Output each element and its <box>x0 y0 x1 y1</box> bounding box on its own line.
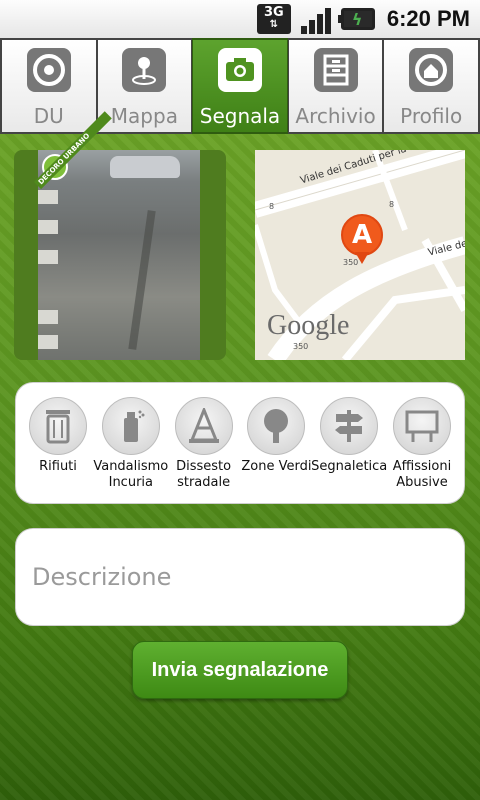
status-bar: 3G ⇅ ϟ 6:20 PM <box>0 0 480 38</box>
category-affissioni-abusive[interactable]: Affissioni Abusive <box>386 397 458 503</box>
tab-label: Profilo <box>400 104 463 128</box>
photo-road-crack <box>128 210 156 350</box>
category-label: Segnaletica <box>311 459 388 474</box>
description-field[interactable]: Descrizione <box>15 528 465 626</box>
traffic-cone-icon <box>174 397 233 455</box>
map-marker-tail <box>355 252 369 264</box>
signpost-icon <box>320 397 379 455</box>
photo-crosswalk-stripe <box>38 310 58 324</box>
google-logo: Google <box>267 310 350 341</box>
decoro-urbano-badge: DECORO URBANO <box>34 111 112 200</box>
trash-bin-icon <box>29 397 87 455</box>
battery-icon: ϟ <box>337 8 375 30</box>
category-selector: Rifiuti Vandalismo Incuria Dissesto stra… <box>15 382 465 504</box>
location-map[interactable]: Viale dei Caduti per la Resistenza Viale… <box>255 150 465 360</box>
map-pin-icon <box>122 48 167 92</box>
tab-label: DU <box>33 104 64 128</box>
tab-archivio[interactable]: Archivio <box>287 38 384 134</box>
billboard-icon <box>392 397 451 455</box>
category-zone-verdi[interactable]: Zone Verdi <box>240 397 312 503</box>
data-arrows-icon: ⇅ <box>269 19 279 30</box>
camera-icon <box>217 48 262 92</box>
category-vandalismo-incuria[interactable]: Vandalismo Incuria <box>93 397 169 503</box>
submit-report-button[interactable]: Invia segnalazione <box>132 641 348 699</box>
tab-mappa[interactable]: Mappa <box>96 38 193 134</box>
map-number-label: 8 <box>269 202 275 211</box>
network-type-label: 3G <box>263 5 284 20</box>
map-number-label: 350 <box>293 342 309 351</box>
network-3g-icon: 3G ⇅ <box>256 4 291 34</box>
map-number-label: 8 <box>389 200 395 209</box>
tab-du[interactable]: DU <box>0 38 97 134</box>
category-label: Dissesto stradale <box>176 459 232 490</box>
tab-profilo[interactable]: Profilo <box>383 38 480 134</box>
category-segnaletica[interactable]: Segnaletica <box>311 397 388 503</box>
photo-car <box>110 156 180 178</box>
category-label: Vandalismo Incuria <box>93 459 169 490</box>
category-dissesto-stradale[interactable]: Dissesto stradale <box>168 397 240 503</box>
tab-bar: DU Mappa Segnala Archivio Profilo <box>0 38 480 134</box>
tab-label: Archivio <box>295 104 376 128</box>
report-screen: DECORO URBANO Viale dei Caduti per la Re… <box>0 111 480 800</box>
tab-label: Segnala <box>199 104 281 128</box>
signal-strength-icon <box>299 4 333 34</box>
profile-home-icon <box>409 48 454 92</box>
category-label: Zone Verdi <box>241 459 312 474</box>
photo-crosswalk-stripe <box>38 335 58 349</box>
tab-label: Mappa <box>110 104 178 128</box>
category-label: Rifiuti <box>39 459 77 474</box>
spray-can-icon <box>101 397 160 455</box>
du-logo-icon <box>26 48 71 92</box>
map-marker-icon[interactable]: A <box>341 214 383 256</box>
description-placeholder: Descrizione <box>32 563 172 591</box>
category-rifiuti[interactable]: Rifiuti <box>22 397 94 503</box>
photo-crosswalk-stripe <box>38 250 58 264</box>
marker-letter: A <box>351 220 373 250</box>
submit-report-label: Invia segnalazione <box>151 658 329 681</box>
photo-crosswalk-stripe <box>38 220 58 234</box>
category-label: Affissioni Abusive <box>392 459 452 490</box>
archive-cabinet-icon <box>313 48 358 92</box>
tree-icon <box>247 397 306 455</box>
tab-segnala[interactable]: Segnala <box>192 38 288 134</box>
clock: 6:20 PM <box>386 6 470 31</box>
